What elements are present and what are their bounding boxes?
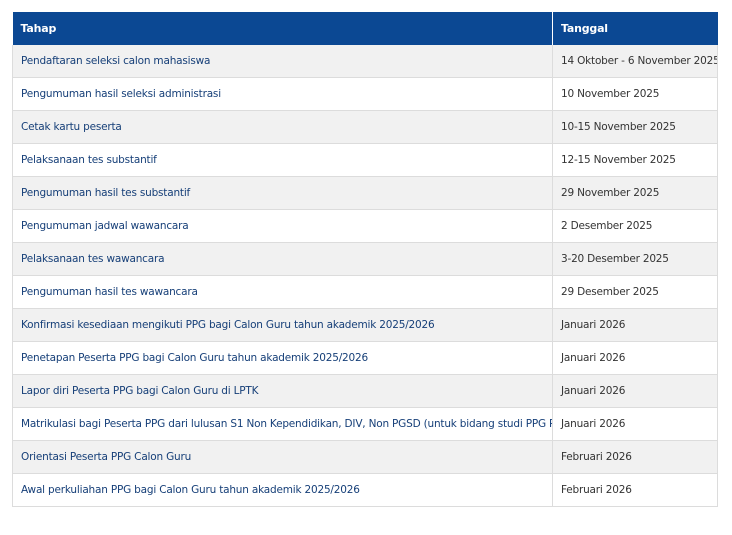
stage-cell: Lapor diri Peserta PPG bagi Calon Guru d… — [12, 374, 553, 408]
table-row: Penetapan Peserta PPG bagi Calon Guru ta… — [12, 341, 718, 375]
stage-cell: Cetak kartu peserta — [12, 110, 553, 144]
table-header: Tahap Tanggal — [12, 12, 718, 45]
stage-cell: Pelaksanaan tes wawancara — [12, 242, 553, 276]
header-date: Tanggal — [552, 12, 718, 45]
date-cell: Januari 2026 — [552, 407, 718, 441]
table-row: Pendaftaran seleksi calon mahasiswa 14 O… — [12, 45, 718, 78]
table-row: Awal perkuliahan PPG bagi Calon Guru tah… — [12, 473, 718, 507]
stage-cell: Pengumuman jadwal wawancara — [12, 209, 553, 243]
stage-cell: Pengumuman hasil tes wawancara — [12, 275, 553, 309]
schedule-table: Tahap Tanggal Pendaftaran seleksi calon … — [12, 12, 718, 507]
table-body: Pendaftaran seleksi calon mahasiswa 14 O… — [12, 45, 718, 507]
table-row: Pelaksanaan tes substantif 12-15 Novembe… — [12, 143, 718, 177]
stage-cell: Awal perkuliahan PPG bagi Calon Guru tah… — [12, 473, 553, 507]
stage-cell: Pendaftaran seleksi calon mahasiswa — [12, 45, 553, 78]
table-row: Matrikulasi bagi Peserta PPG dari lulusa… — [12, 407, 718, 441]
date-cell: 29 Desember 2025 — [552, 275, 718, 309]
table-row: Cetak kartu peserta 10-15 November 2025 — [12, 110, 718, 144]
table-row: Pelaksanaan tes wawancara 3-20 Desember … — [12, 242, 718, 276]
date-cell: Februari 2026 — [552, 440, 718, 474]
date-cell: 10-15 November 2025 — [552, 110, 718, 144]
table-row: Konfirmasi kesediaan mengikuti PPG bagi … — [12, 308, 718, 342]
table-row: Orientasi Peserta PPG Calon Guru Februar… — [12, 440, 718, 474]
date-cell: Januari 2026 — [552, 341, 718, 375]
stage-cell: Orientasi Peserta PPG Calon Guru — [12, 440, 553, 474]
date-cell: Januari 2026 — [552, 374, 718, 408]
date-cell: 29 November 2025 — [552, 176, 718, 210]
stage-cell: Pengumuman hasil tes substantif — [12, 176, 553, 210]
date-cell: 14 Oktober - 6 November 2025 — [552, 45, 718, 78]
table-row: Pengumuman jadwal wawancara 2 Desember 2… — [12, 209, 718, 243]
date-cell: Februari 2026 — [552, 473, 718, 507]
date-cell: 3-20 Desember 2025 — [552, 242, 718, 276]
date-cell: 2 Desember 2025 — [552, 209, 718, 243]
table-row: Pengumuman hasil tes substantif 29 Novem… — [12, 176, 718, 210]
stage-cell: Matrikulasi bagi Peserta PPG dari lulusa… — [12, 407, 553, 441]
table-row: Pengumuman hasil tes wawancara 29 Desemb… — [12, 275, 718, 309]
table-row: Pengumuman hasil seleksi administrasi 10… — [12, 77, 718, 111]
date-cell: 10 November 2025 — [552, 77, 718, 111]
table-header-row: Tahap Tanggal — [12, 12, 718, 45]
stage-cell: Penetapan Peserta PPG bagi Calon Guru ta… — [12, 341, 553, 375]
table-row: Lapor diri Peserta PPG bagi Calon Guru d… — [12, 374, 718, 408]
header-stage: Tahap — [12, 12, 553, 45]
date-cell: 12-15 November 2025 — [552, 143, 718, 177]
stage-cell: Pengumuman hasil seleksi administrasi — [12, 77, 553, 111]
date-cell: Januari 2026 — [552, 308, 718, 342]
stage-cell: Pelaksanaan tes substantif — [12, 143, 553, 177]
stage-cell: Konfirmasi kesediaan mengikuti PPG bagi … — [12, 308, 553, 342]
